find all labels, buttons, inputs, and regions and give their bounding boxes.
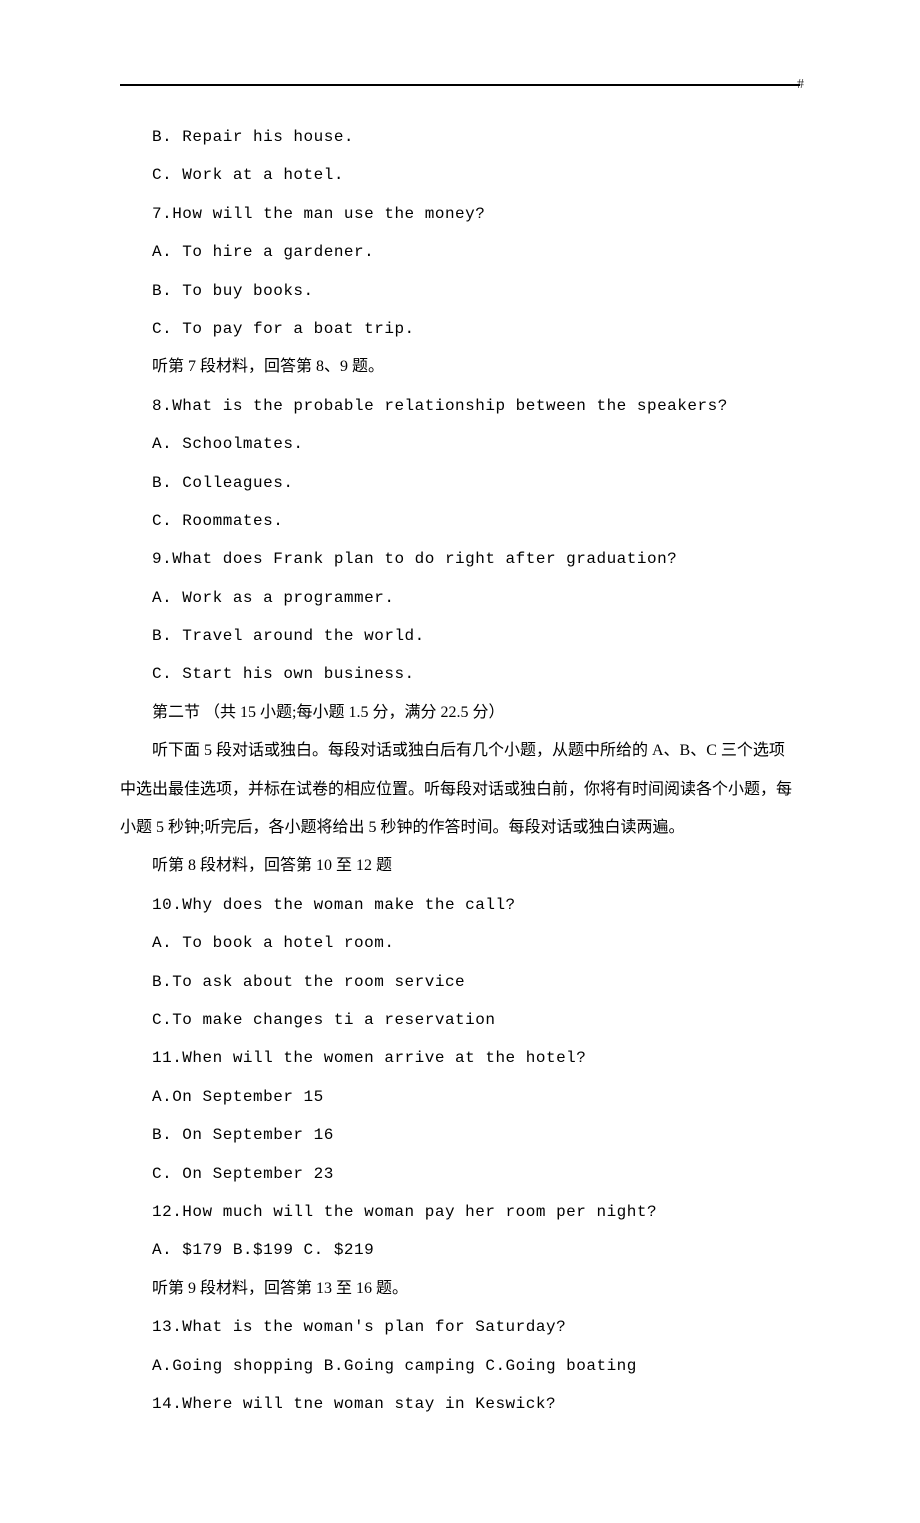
instruction-segment-7: 听第 7 段材料，回答第 8、9 题。 (120, 348, 800, 386)
question-14: 14.Where will tne woman stay in Keswick? (120, 1385, 800, 1423)
option-a: A. Schoolmates. (120, 425, 800, 463)
option-b: B. On September 16 (120, 1116, 800, 1154)
option-a: A. To hire a gardener. (120, 233, 800, 271)
option-c: C. Roommates. (120, 502, 800, 540)
option-c: C.To make changes ti a reservation (120, 1001, 800, 1039)
document-content: B. Repair his house. C. Work at a hotel.… (120, 118, 800, 1423)
instruction-segment-8: 听第 8 段材料，回答第 10 至 12 题 (120, 847, 800, 885)
option-c: C. On September 23 (120, 1155, 800, 1193)
option-b: B. Colleagues. (120, 464, 800, 502)
section-2-instructions: 听下面 5 段对话或独白。每段对话或独白后有几个小题，从题中所给的 A、B、C … (120, 732, 800, 847)
options-abc: A.Going shopping B.Going camping C.Going… (120, 1347, 800, 1385)
option-b: B. To buy books. (120, 272, 800, 310)
header-divider (120, 84, 800, 86)
section-2-heading: 第二节 （共 15 小题;每小题 1.5 分，满分 22.5 分） (120, 694, 800, 732)
question-8: 8.What is the probable relationship betw… (120, 387, 800, 425)
option-c: C. Start his own business. (120, 655, 800, 693)
instruction-segment-9: 听第 9 段材料，回答第 13 至 16 题。 (120, 1270, 800, 1308)
question-11: 11.When will the women arrive at the hot… (120, 1039, 800, 1077)
option-a: A. To book a hotel room. (120, 924, 800, 962)
option-b: B. Repair his house. (120, 118, 800, 156)
option-c: C. To pay for a boat trip. (120, 310, 800, 348)
question-7: 7.How will the man use the money? (120, 195, 800, 233)
question-12: 12.How much will the woman pay her room … (120, 1193, 800, 1231)
option-a: A. Work as a programmer. (120, 579, 800, 617)
option-c: C. Work at a hotel. (120, 156, 800, 194)
document-page: -# B. Repair his house. C. Work at a hot… (0, 0, 920, 1523)
question-13: 13.What is the woman's plan for Saturday… (120, 1308, 800, 1346)
options-abc: A. $179 B.$199 C. $219 (120, 1231, 800, 1269)
question-10: 10.Why does the woman make the call? (120, 886, 800, 924)
option-a: A.On September 15 (120, 1078, 800, 1116)
option-b: B. Travel around the world. (120, 617, 800, 655)
option-b: B.To ask about the room service (120, 963, 800, 1001)
question-9: 9.What does Frank plan to do right after… (120, 540, 800, 578)
